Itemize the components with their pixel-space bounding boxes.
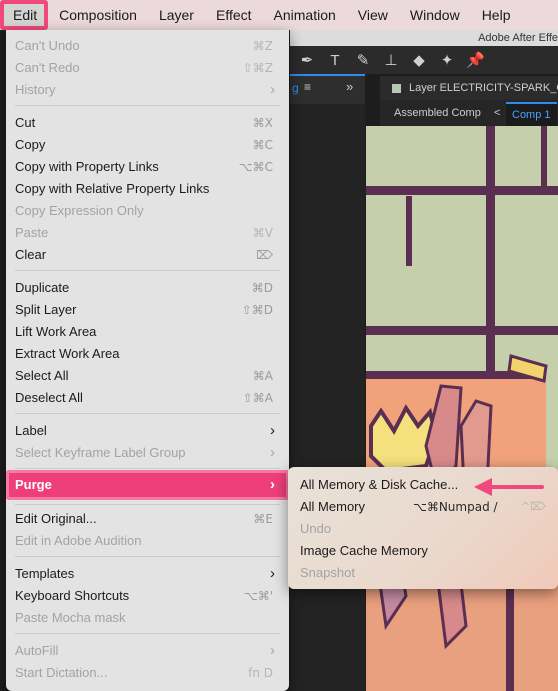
shortcut-cant-redo: ⇧⌘Z — [242, 61, 273, 75]
pen-icon[interactable]: ✒ — [298, 51, 316, 69]
panel-overflow-icon[interactable]: » — [346, 79, 353, 94]
chevron-right-icon: › — [270, 642, 275, 659]
tab-comp-1[interactable]: Comp 1 — [506, 102, 557, 126]
chevron-right-icon: › — [270, 476, 275, 493]
breadcrumb-back-icon[interactable]: < — [494, 100, 500, 126]
menu-animation[interactable]: Animation — [263, 0, 347, 30]
chevron-right-icon: › — [270, 565, 275, 582]
menu-item-snapshot: Snapshot — [300, 565, 355, 580]
comp-artwork — [366, 126, 558, 691]
menu-item-split-layer[interactable]: Split Layer ⇧⌘D — [6, 299, 289, 321]
shortcut-start-dictation: fn D — [248, 666, 273, 680]
chevron-right-icon: › — [270, 422, 275, 439]
panel-tab-strip[interactable]: g ≡ » — [290, 74, 365, 104]
menu-effect[interactable]: Effect — [205, 0, 263, 30]
puppet-pin-icon[interactable]: 📌 — [466, 51, 485, 69]
shortcut-split-layer: ⇧⌘D — [241, 303, 273, 317]
shortcut-deselect-all: ⇧⌘A — [242, 391, 273, 405]
shortcut-paste: ⌘V — [252, 226, 273, 240]
menu-item-duplicate[interactable]: Duplicate ⌘D — [6, 277, 289, 299]
shortcut-keyboard-shortcuts: ⌥⌘' — [243, 589, 273, 603]
edit-menu-dropdown: Can't Undo ⌘Z Can't Redo ⇧⌘Z History › Cut ⌘… — [6, 30, 289, 691]
eraser-icon[interactable]: ◆ — [410, 51, 428, 69]
roto-brush-icon[interactable]: ✦ — [438, 51, 456, 69]
composition-viewer[interactable] — [366, 126, 558, 691]
layer-color-swatch — [392, 83, 401, 93]
menu-item-image-cache-memory[interactable]: Image Cache Memory — [288, 540, 558, 562]
type-icon[interactable]: T — [326, 52, 344, 69]
menu-help[interactable]: Help — [471, 0, 522, 30]
menu-item-deselect-all[interactable]: Deselect All ⇧⌘A — [6, 387, 289, 409]
menu-item-undo: Undo ^⌦ — [288, 500, 558, 540]
menu-item-keyboard-shortcuts[interactable]: Keyboard Shortcuts ⌥⌘' — [6, 585, 289, 607]
tools-toolbar: ✒ T ✎ ⊥ ◆ ✦ 📌 — [290, 46, 558, 74]
shortcut-copy: ⌘C — [252, 138, 273, 152]
menu-separator — [15, 556, 280, 557]
menu-item-templates[interactable]: Templates › — [6, 563, 289, 585]
panel-menu-icon[interactable]: ≡ — [304, 80, 311, 94]
menu-separator — [15, 270, 280, 271]
menu-item-edit-in-adobe-audition: Edit in Adobe Audition — [15, 533, 142, 548]
menu-window[interactable]: Window — [399, 0, 471, 30]
project-panel — [290, 74, 365, 691]
menu-item-edit-original[interactable]: Edit Original... ⌘E — [6, 508, 289, 530]
shortcut-duplicate: ⌘D — [251, 281, 273, 295]
menu-separator — [15, 105, 280, 106]
menu-separator — [15, 413, 280, 414]
menu-layer[interactable]: Layer — [148, 0, 205, 30]
menu-item-cant-redo: Can't Redo ⇧⌘Z — [6, 57, 289, 79]
chevron-right-icon: › — [270, 444, 275, 461]
shortcut-clear: ⌦ — [256, 248, 273, 262]
shortcut-undo: ^⌦ — [521, 500, 546, 513]
menu-item-lift-work-area[interactable]: Lift Work Area — [6, 321, 289, 343]
menu-separator — [15, 504, 280, 505]
menu-item-select-keyframe-label-group: Select Keyframe Label Group › — [6, 442, 289, 464]
panel-tab-label[interactable]: g — [292, 81, 299, 95]
breadcrumb-assembled-comp[interactable]: Assembled Comp — [394, 100, 481, 126]
shortcut-copy-with-property-links: ⌥⌘C — [238, 160, 273, 174]
shortcut-cant-undo: ⌘Z — [252, 39, 273, 53]
clone-stamp-icon[interactable]: ⊥ — [382, 51, 400, 69]
menu-item-paste-mocha-mask: Paste Mocha mask — [15, 610, 126, 625]
composition-tabs: Assembled Comp < Comp 1 — [380, 100, 558, 126]
callout-arrow-icon — [474, 478, 544, 496]
menu-item-select-all[interactable]: Select All ⌘A — [6, 365, 289, 387]
menu-item-copy[interactable]: Copy ⌘C — [6, 134, 289, 156]
menu-item-copy-expression-only: Copy Expression Only — [15, 203, 144, 218]
menu-item-extract-work-area[interactable]: Extract Work Area — [6, 343, 289, 365]
menu-item-all-memory[interactable]: All Memory ⌥⌘Numpad / — [288, 496, 558, 518]
menu-item-purge[interactable]: Purge › — [6, 470, 289, 500]
menu-bar: Edit Composition Layer Effect Animation … — [0, 0, 558, 30]
shortcut-cut: ⌘X — [252, 116, 273, 130]
menu-separator — [15, 633, 280, 634]
menu-item-autofill: AutoFill › — [6, 640, 289, 662]
menu-view[interactable]: View — [347, 0, 399, 30]
shortcut-edit-original: ⌘E — [253, 512, 273, 526]
app-window-title: Adobe After Effe — [290, 30, 558, 46]
menu-item-start-dictation: Start Dictation... fn D — [6, 662, 289, 684]
brush-icon[interactable]: ✎ — [354, 51, 372, 69]
layer-panel-title: Layer ELECTRICITY-SPARK_GE — [409, 82, 558, 94]
menu-item-copy-with-relative-property-links[interactable]: Copy with Relative Property Links — [6, 178, 289, 200]
layer-panel-header[interactable]: Layer ELECTRICITY-SPARK_GE — [380, 76, 558, 100]
menu-edit[interactable]: Edit — [0, 0, 49, 30]
chevron-right-icon: › — [270, 81, 275, 98]
menu-item-history: History › — [6, 79, 289, 101]
menu-separator — [15, 468, 280, 469]
menu-item-paste: Paste ⌘V — [6, 222, 289, 244]
menu-item-cant-undo: Can't Undo ⌘Z — [6, 35, 289, 57]
menu-item-label[interactable]: Label › — [6, 420, 289, 442]
menu-item-cut[interactable]: Cut ⌘X — [6, 112, 289, 134]
shortcut-all-memory: ⌥⌘Numpad / — [413, 500, 498, 514]
menu-item-clear[interactable]: Clear ⌦ — [6, 244, 289, 266]
menu-item-copy-with-property-links[interactable]: Copy with Property Links ⌥⌘C — [6, 156, 289, 178]
shortcut-select-all: ⌘A — [252, 369, 273, 383]
menu-composition[interactable]: Composition — [48, 0, 148, 30]
